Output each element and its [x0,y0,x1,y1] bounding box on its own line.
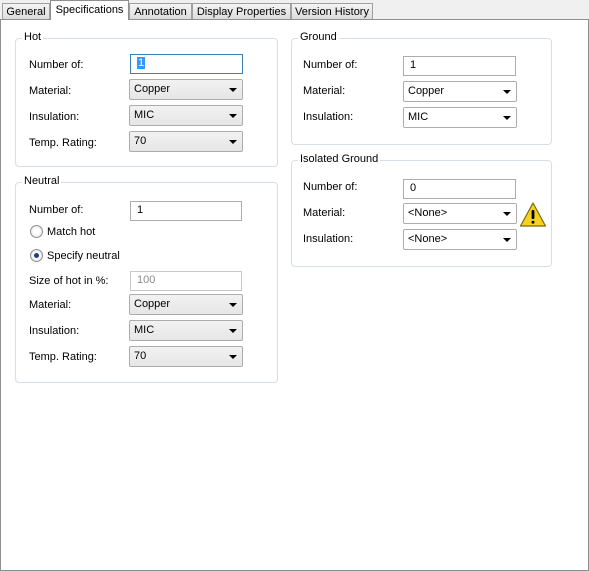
neutral-temp-label: Temp. Rating: [29,351,97,363]
hot-insulation-label: Insulation: [29,111,80,123]
neutral-material-label: Material: [29,299,72,311]
neutral-material-select[interactable]: Copper [129,294,243,315]
tab-version-history[interactable]: Version History [291,3,373,19]
isolated-ground-insulation-select[interactable]: <None> [403,229,517,250]
hot-number-input[interactable]: 1 [130,54,243,74]
isolated-ground-material-value: <None> [408,207,448,219]
ground-group-title: Ground [298,31,339,43]
hot-material-label: Material: [29,85,72,97]
size-of-hot-value: 100 [137,274,156,286]
ground-material-label: Material: [303,85,346,97]
hot-material-value: Copper [134,83,171,95]
hot-temp-label: Temp. Rating: [29,137,97,149]
chevron-down-icon [503,116,511,120]
ground-insulation-value: MIC [408,111,429,123]
specify-neutral-label[interactable]: Specify neutral [47,250,120,262]
hot-number-value: 1 [137,57,146,69]
chevron-down-icon [229,88,237,92]
neutral-material-value: Copper [134,298,171,310]
match-hot-label[interactable]: Match hot [47,226,95,238]
chevron-down-icon [503,90,511,94]
ground-material-select[interactable]: Copper [403,81,517,102]
chevron-down-icon [229,355,237,359]
neutral-temp-value: 70 [134,350,147,362]
isolated-ground-number-input[interactable]: 0 [403,179,516,199]
neutral-insulation-value: MIC [134,324,155,336]
isolated-ground-material-select[interactable]: <None> [403,203,517,224]
specify-neutral-radio[interactable] [30,249,43,262]
ground-insulation-select[interactable]: MIC [403,107,517,128]
hot-material-select[interactable]: Copper [129,79,243,100]
chevron-down-icon [229,303,237,307]
ground-number-value: 1 [410,59,417,71]
neutral-insulation-select[interactable]: MIC [129,320,243,341]
tab-specifications[interactable]: Specifications [50,0,129,20]
neutral-group-title: Neutral [22,175,62,187]
tab-display-properties[interactable]: Display Properties [192,3,291,19]
isolated-ground-insulation-value: <None> [408,233,448,245]
isolated-ground-number-label: Number of: [303,181,358,193]
size-of-hot-label: Size of hot in %: [29,275,109,287]
ground-material-value: Copper [408,85,445,97]
isolated-ground-group-title: Isolated Ground [298,153,381,165]
chevron-down-icon [229,114,237,118]
ground-number-label: Number of: [303,59,358,71]
tab-bar: General Specifications Annotation Displa… [0,0,589,20]
chevron-down-icon [503,238,511,242]
hot-temp-select[interactable]: 70 [129,131,243,152]
warning-icon [519,202,547,227]
chevron-down-icon [503,212,511,216]
hot-group-title: Hot [22,31,44,43]
hot-insulation-select[interactable]: MIC [129,105,243,126]
tab-annotation[interactable]: Annotation [129,3,192,19]
neutral-number-label: Number of: [29,204,84,216]
isolated-ground-material-label: Material: [303,207,346,219]
match-hot-radio[interactable] [30,225,43,238]
size-of-hot-input[interactable]: 100 [130,271,242,291]
neutral-temp-select[interactable]: 70 [129,346,243,367]
neutral-insulation-label: Insulation: [29,325,80,337]
neutral-number-value: 1 [137,204,144,216]
ground-number-input[interactable]: 1 [403,56,516,76]
hot-number-label: Number of: [29,59,84,71]
isolated-ground-insulation-label: Insulation: [303,233,354,245]
tab-general[interactable]: General [2,3,50,19]
neutral-number-input[interactable]: 1 [130,201,242,221]
hot-insulation-value: MIC [134,109,155,121]
isolated-ground-number-value: 0 [410,182,417,194]
ground-insulation-label: Insulation: [303,111,354,123]
chevron-down-icon [229,329,237,333]
hot-temp-value: 70 [134,135,147,147]
chevron-down-icon [229,140,237,144]
